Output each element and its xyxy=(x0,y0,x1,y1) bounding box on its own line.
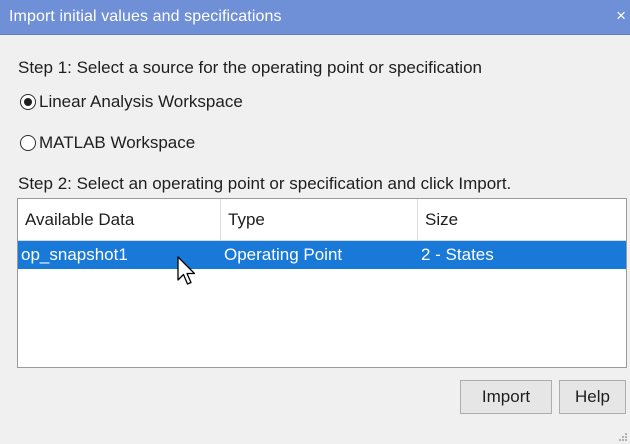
help-button[interactable]: Help xyxy=(559,380,626,414)
radio-label-linear-analysis-workspace: Linear Analysis Workspace xyxy=(39,92,243,111)
cell-available-data: op_snapshot1 xyxy=(21,245,128,264)
available-data-table[interactable]: Available Data Type Size op_snapshot1 Op… xyxy=(17,198,627,368)
cell-size: 2 - States xyxy=(421,245,494,264)
radio-label-matlab-workspace: MATLAB Workspace xyxy=(39,133,196,152)
column-header-type[interactable]: Type xyxy=(221,199,418,240)
step2-label: Step 2: Select an operating point or spe… xyxy=(18,174,512,193)
column-header-available-data[interactable]: Available Data xyxy=(18,199,221,240)
column-header-size[interactable]: Size xyxy=(418,199,626,240)
close-icon[interactable]: × xyxy=(616,6,626,26)
resize-grip-icon[interactable] xyxy=(618,432,628,442)
title-bar: Import initial values and specifications… xyxy=(0,0,630,35)
radio-matlab-workspace[interactable]: MATLAB Workspace xyxy=(20,133,195,153)
radio-selected-icon[interactable] xyxy=(20,94,36,110)
radio-linear-analysis-workspace[interactable]: Linear Analysis Workspace xyxy=(20,92,243,112)
radio-unselected-icon[interactable] xyxy=(20,135,36,151)
table-header: Available Data Type Size xyxy=(18,199,626,241)
step1-label: Step 1: Select a source for the operatin… xyxy=(18,58,482,77)
table-row[interactable]: op_snapshot1 Operating Point 2 - States xyxy=(18,241,626,269)
window-title: Import initial values and specifications xyxy=(9,8,282,25)
import-button[interactable]: Import xyxy=(460,380,552,414)
cell-type: Operating Point xyxy=(224,245,343,264)
